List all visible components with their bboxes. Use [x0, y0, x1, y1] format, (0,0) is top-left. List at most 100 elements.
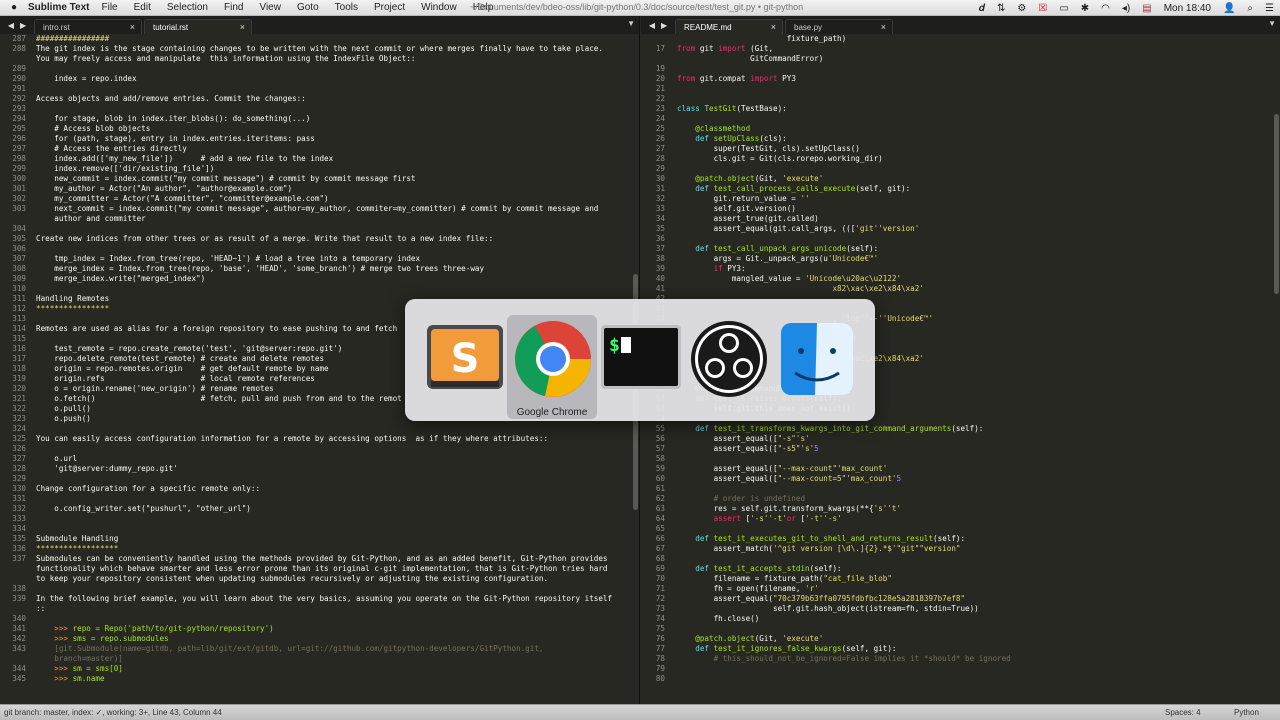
sublime-text-icon[interactable]: S — [423, 317, 507, 401]
code-line[interactable]: In the following brief example, you will… — [36, 594, 612, 604]
code-line[interactable]: >>> sms = repo.submodules — [36, 634, 612, 644]
code-line[interactable] — [36, 104, 612, 114]
code-line[interactable] — [36, 424, 612, 434]
code-line[interactable] — [36, 494, 612, 504]
code-line[interactable]: self.git.hash_object(istream=fh, stdin=T… — [677, 604, 1011, 614]
code-line[interactable] — [36, 474, 612, 484]
code-line[interactable] — [36, 284, 612, 294]
code-line[interactable]: @classmethod — [677, 124, 1011, 134]
code-line[interactable]: >>> sm.name — [36, 674, 612, 684]
code-line[interactable]: mangled_value = 'Unicode\u20ac\u2122' — [677, 274, 1011, 284]
tab-dropdown-icon[interactable]: ▼ — [627, 19, 635, 28]
code-line[interactable] — [677, 624, 1011, 634]
code-line[interactable]: def test_it_accepts_stdin(self): — [677, 564, 1011, 574]
code-line[interactable] — [36, 84, 612, 94]
search-icon[interactable]: ⌕ — [1247, 3, 1253, 14]
flag-icon[interactable]: ▤ — [1142, 3, 1151, 14]
code-line[interactable]: index.add(['my_new_file']) # add a new f… — [36, 154, 612, 164]
user-icon[interactable]: 👤 — [1223, 3, 1235, 14]
code-line[interactable]: my_committer = Actor("A committer", "com… — [36, 194, 612, 204]
code-line[interactable]: x82\xac\xe2\x84\xa2' — [677, 284, 1011, 294]
apple-menu-icon[interactable]: ● — [0, 2, 28, 13]
code-line[interactable]: The git index is the stage containing ch… — [36, 44, 612, 54]
code-line[interactable] — [677, 64, 1011, 74]
tab-next-icon[interactable]: ▶ — [661, 21, 667, 30]
code-line[interactable]: assert_equal(["--max-count"'max_count' — [677, 464, 1011, 474]
list-icon[interactable]: ☰ — [1265, 3, 1274, 14]
code-line[interactable]: # Access blob objects — [36, 124, 612, 134]
code-line[interactable]: super(TestGit, cls).setUpClass() — [677, 144, 1011, 154]
close-icon[interactable]: ☒ — [1038, 3, 1047, 14]
volume-icon[interactable]: ◂) — [1122, 3, 1130, 14]
code-line[interactable] — [36, 64, 612, 74]
tab-prev-icon[interactable]: ◀ — [649, 21, 655, 30]
code-line[interactable]: 'git@server:dummy_repo.git' — [36, 464, 612, 474]
code-line[interactable]: functionality which behave smarter and l… — [36, 564, 612, 574]
code-line[interactable]: from git import (Git, — [677, 44, 1011, 54]
code-line[interactable] — [677, 454, 1011, 464]
code-line[interactable]: assert_equal(["-s"'s' — [677, 434, 1011, 444]
tab-dropdown-icon[interactable]: ▼ — [1268, 19, 1276, 28]
code-line[interactable]: Submodules can be conveniently handled u… — [36, 554, 612, 564]
code-line[interactable]: Create new indices from other trees or a… — [36, 234, 612, 244]
code-line[interactable] — [677, 234, 1011, 244]
code-line[interactable]: branch=master)] — [36, 654, 612, 664]
code-line[interactable]: ################ — [36, 34, 612, 44]
tab-tutorial[interactable]: tutorial.rst × — [144, 19, 252, 34]
code-line[interactable] — [36, 524, 612, 534]
code-line[interactable]: args = Git._unpack_args(u'Unicode€™' — [677, 254, 1011, 264]
code-line[interactable]: fh.close() — [677, 614, 1011, 624]
code-line[interactable]: filename = fixture_path("cat_file_blob" — [677, 574, 1011, 584]
code-line[interactable]: merge_index.write("merged_index") — [36, 274, 612, 284]
code-line[interactable]: git.return_value = '' — [677, 194, 1011, 204]
code-line[interactable]: class TestGit(TestBase): — [677, 104, 1011, 114]
code-line[interactable] — [36, 584, 612, 594]
code-line[interactable]: # this_should_not_be_ignored=False impli… — [677, 654, 1011, 664]
code-line[interactable]: :: — [36, 604, 612, 614]
clock[interactable]: Mon 18:40 — [1164, 3, 1211, 14]
code-line[interactable]: [git.Submodule(name=gitdb, path=lib/git/… — [36, 644, 612, 654]
tab-base[interactable]: base.py × — [785, 19, 893, 34]
code-line[interactable]: def test_call_unpack_args_unicode(self): — [677, 244, 1011, 254]
gear-icon[interactable]: ⚙ — [1017, 3, 1026, 14]
battery-icon[interactable]: ▭ — [1059, 3, 1068, 14]
code-line[interactable]: to keep your repository consistent when … — [36, 574, 612, 584]
code-line[interactable]: o.config_writer.set("pushurl", "other_ur… — [36, 504, 612, 514]
tab-intro[interactable]: intro.rst × — [34, 19, 142, 34]
code-line[interactable]: GitCommandError) — [677, 54, 1011, 64]
bluetooth-icon[interactable]: ✱ — [1081, 3, 1089, 14]
code-line[interactable]: new_commit = index.commit("my commit mes… — [36, 174, 612, 184]
tab-readme[interactable]: README.md × — [675, 19, 783, 34]
code-line[interactable]: assert_equal(git.call_args, ((['git''ver… — [677, 224, 1011, 234]
code-line[interactable]: from git.compat import PY3 — [677, 74, 1011, 84]
code-line[interactable] — [36, 444, 612, 454]
code-line[interactable]: for stage, blob in index.iter_blobs(): d… — [36, 114, 612, 124]
code-line[interactable]: def test_it_transforms_kwargs_into_git_c… — [677, 424, 1011, 434]
code-line[interactable]: You can easily access configuration info… — [36, 434, 612, 444]
sync-icon[interactable]: ⇅ — [997, 3, 1005, 14]
code-line[interactable]: Access objects and add/remove entries. C… — [36, 94, 612, 104]
indentation-setting[interactable]: Spaces: 4 — [1165, 708, 1201, 717]
close-icon[interactable]: × — [240, 22, 245, 32]
code-line[interactable]: assert_true(git.called) — [677, 214, 1011, 224]
code-line[interactable]: tmp_index = Index.from_tree(repo, 'HEAD~… — [36, 254, 612, 264]
code-line[interactable]: cls.git = Git(cls.rorepo.working_dir) — [677, 154, 1011, 164]
chrome-icon[interactable] — [511, 317, 595, 401]
tab-next-icon[interactable]: ▶ — [20, 21, 26, 30]
code-line[interactable]: def setUpClass(cls): — [677, 134, 1011, 144]
code-line[interactable]: merge_index = Index.from_tree(repo, 'bas… — [36, 264, 612, 274]
code-line[interactable]: author and committer — [36, 214, 612, 224]
code-line[interactable]: for (path, stage), entry in index.entrie… — [36, 134, 612, 144]
code-line[interactable]: assert_match('^git version [\d\.]{2}.*$'… — [677, 544, 1011, 554]
menu-edit[interactable]: Edit — [134, 2, 151, 13]
menu-tools[interactable]: Tools — [335, 2, 358, 13]
wifi-icon[interactable]: ◠ — [1101, 3, 1110, 14]
code-line[interactable]: o.url — [36, 454, 612, 464]
code-line[interactable]: fh = open(filename, 'r' — [677, 584, 1011, 594]
code-line[interactable]: Change configuration for a specific remo… — [36, 484, 612, 494]
code-line[interactable]: index = repo.index — [36, 74, 612, 84]
code-line[interactable]: def test_call_process_calls_execute(self… — [677, 184, 1011, 194]
code-line[interactable]: assert ['-s''-t'or ['-t''-s' — [677, 514, 1011, 524]
code-line[interactable]: assert_equal("70c379b63ffa0795fdbfbc128e… — [677, 594, 1011, 604]
code-line[interactable]: fixture_path) — [677, 34, 1011, 44]
